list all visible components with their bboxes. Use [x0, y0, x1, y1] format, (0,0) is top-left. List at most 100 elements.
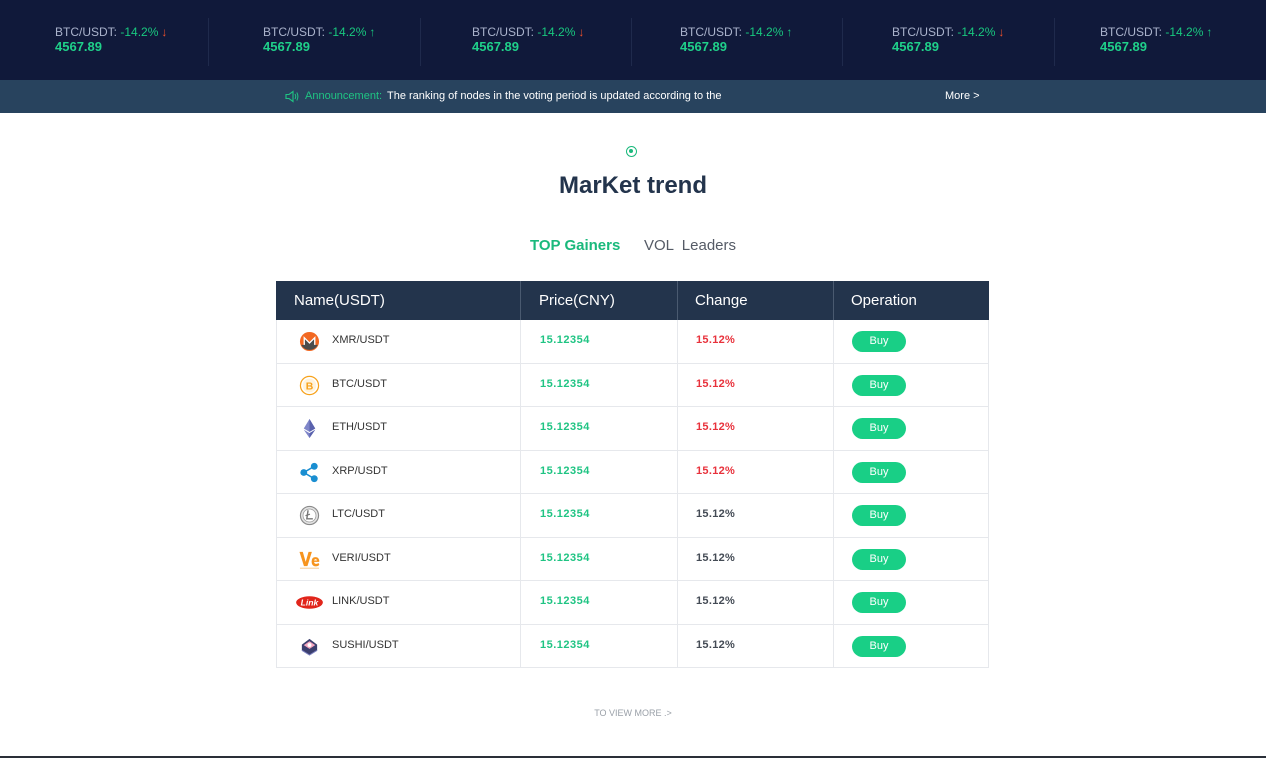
svg-text:B: B — [306, 380, 314, 392]
table-body: XMR/USDT 15.12354 15.12% Buy B BTC/USDT … — [276, 320, 989, 668]
ticker-pair: BTC/USDT: — [1100, 25, 1163, 39]
ticker-pair-line: BTC/USDT: -14.2% ↑ — [1100, 24, 1212, 40]
buy-button[interactable]: Buy — [852, 635, 906, 657]
ticker-item[interactable]: BTC/USDT: -14.2% ↓ 4567.89 — [55, 24, 167, 60]
speaker-icon — [285, 90, 299, 103]
header-operation: Operation — [851, 292, 917, 309]
ticker-pair-line: BTC/USDT: -14.2% ↓ — [55, 24, 167, 40]
bitcoin-icon: B — [299, 375, 320, 395]
column-divider — [520, 407, 521, 450]
tab-top-gainers[interactable]: TOP Gainers — [530, 237, 620, 254]
buy-button[interactable]: Buy — [852, 331, 906, 352]
announcement-text[interactable]: The ranking of nodes in the voting perio… — [387, 90, 722, 102]
section-title: MarKet trend — [558, 172, 708, 199]
table-row: VERI/USDT 15.12354 15.12% Buy — [277, 537, 988, 581]
buy-button[interactable]: Buy — [852, 548, 906, 570]
column-divider — [833, 450, 834, 493]
column-divider — [677, 407, 678, 450]
ticker-divider — [631, 18, 632, 66]
coin-name: XRP/USDT — [332, 464, 388, 477]
ticker-pair: BTC/USDT: — [263, 25, 326, 39]
coin-change: 15.12% — [696, 595, 736, 607]
arrow-up-icon: ↑ — [786, 25, 793, 39]
buy-button[interactable]: Buy — [852, 592, 906, 613]
ticker-pair: BTC/USDT: — [892, 25, 955, 39]
column-divider — [833, 320, 834, 363]
monero-icon — [299, 331, 320, 352]
header-name: Name(USDT) — [294, 292, 385, 309]
ticker-item[interactable]: BTC/USDT: -14.2% ↓ 4567.89 — [472, 24, 584, 60]
ticker-pair-line: BTC/USDT: -14.2% ↑ — [680, 24, 792, 40]
coin-price: 15.12354 — [540, 551, 590, 564]
sushi-icon — [301, 638, 318, 656]
view-more-link[interactable]: TO VIEW MORE .> — [0, 708, 1266, 718]
tab-vol-leaders[interactable]: VOL Leaders — [644, 237, 736, 254]
ticker-item[interactable]: BTC/USDT: -14.2% ↑ 4567.89 — [680, 24, 792, 60]
column-divider — [677, 624, 678, 667]
ticker-pair-line: BTC/USDT: -14.2% ↓ — [892, 24, 1004, 40]
coin-name: LTC/USDT — [332, 508, 385, 520]
arrow-down-icon: ↓ — [578, 25, 585, 39]
ticker-change: -14.2% — [1165, 25, 1204, 39]
buy-button[interactable]: Buy — [852, 374, 906, 396]
ticker-pair: BTC/USDT: — [472, 25, 535, 39]
ticker-divider — [208, 18, 209, 66]
announcement-more-link[interactable]: More > — [945, 90, 980, 102]
arrow-down-icon: ↓ — [998, 25, 1005, 39]
ticker-item[interactable]: BTC/USDT: -14.2% ↑ 4567.89 — [263, 24, 375, 60]
table-row: ETH/USDT 15.12354 15.12% Buy — [277, 407, 988, 451]
litecoin-icon — [299, 505, 320, 526]
column-divider — [833, 494, 834, 537]
column-divider — [520, 537, 521, 580]
column-divider — [520, 320, 521, 363]
coin-price: 15.12354 — [540, 421, 590, 433]
ticker-price: 4567.89 — [263, 39, 310, 54]
table-row: LTC/USDT 15.12354 15.12% Buy — [277, 494, 988, 538]
column-divider — [833, 581, 834, 624]
column-divider — [833, 363, 834, 406]
column-divider — [520, 624, 521, 667]
coin-change: 15.12% — [696, 464, 736, 477]
header-divider — [677, 281, 678, 320]
ticker-change: -14.2% — [328, 25, 367, 39]
ticker-item[interactable]: BTC/USDT: -14.2% ↑ 4567.89 — [1100, 24, 1212, 60]
header-divider — [520, 281, 521, 320]
column-divider — [677, 450, 678, 493]
coin-change: 15.12% — [696, 334, 736, 346]
ticker-change: -14.2% — [537, 25, 576, 39]
arrow-up-icon: ↑ — [369, 25, 376, 39]
table-row: B BTC/USDT 15.12354 15.12% Buy — [277, 363, 988, 407]
ticker-divider — [420, 18, 421, 66]
ticker-change: -14.2% — [745, 25, 784, 39]
coin-name: SUSHI/USDT — [332, 638, 399, 651]
announcement-bar: Announcement: The ranking of nodes in th… — [0, 80, 1266, 113]
ticker-price: 4567.89 — [680, 39, 727, 54]
buy-button[interactable]: Buy — [852, 505, 906, 526]
column-divider — [833, 407, 834, 450]
ticker-pair: BTC/USDT: — [55, 25, 118, 39]
coin-change: 15.12% — [696, 377, 736, 390]
coin-name: ETH/USDT — [332, 421, 387, 433]
arrow-up-icon: ↑ — [1206, 25, 1213, 39]
ticker-price: 4567.89 — [55, 39, 102, 54]
coin-change: 15.12% — [696, 551, 736, 564]
coin-change: 15.12% — [696, 421, 736, 433]
coin-name: BTC/USDT — [332, 377, 387, 390]
ticker-price: 4567.89 — [1100, 39, 1147, 54]
coin-price: 15.12354 — [540, 464, 590, 477]
buy-button[interactable]: Buy — [852, 418, 906, 439]
ticker-item[interactable]: BTC/USDT: -14.2% ↓ 4567.89 — [892, 24, 1004, 60]
column-divider — [677, 537, 678, 580]
header-divider — [833, 281, 834, 320]
column-divider — [833, 537, 834, 580]
coin-name: VERI/USDT — [332, 551, 391, 564]
svg-text:Link: Link — [301, 598, 320, 608]
buy-button[interactable]: Buy — [852, 461, 906, 483]
ticker-divider — [1054, 18, 1055, 66]
coin-change: 15.12% — [696, 508, 736, 520]
coin-change: 15.12% — [696, 638, 736, 651]
ticker-change: -14.2% — [957, 25, 996, 39]
coin-price: 15.12354 — [540, 595, 590, 607]
column-divider — [677, 363, 678, 406]
table-header: Name(USDT) Price(CNY) Change Operation — [276, 281, 989, 320]
